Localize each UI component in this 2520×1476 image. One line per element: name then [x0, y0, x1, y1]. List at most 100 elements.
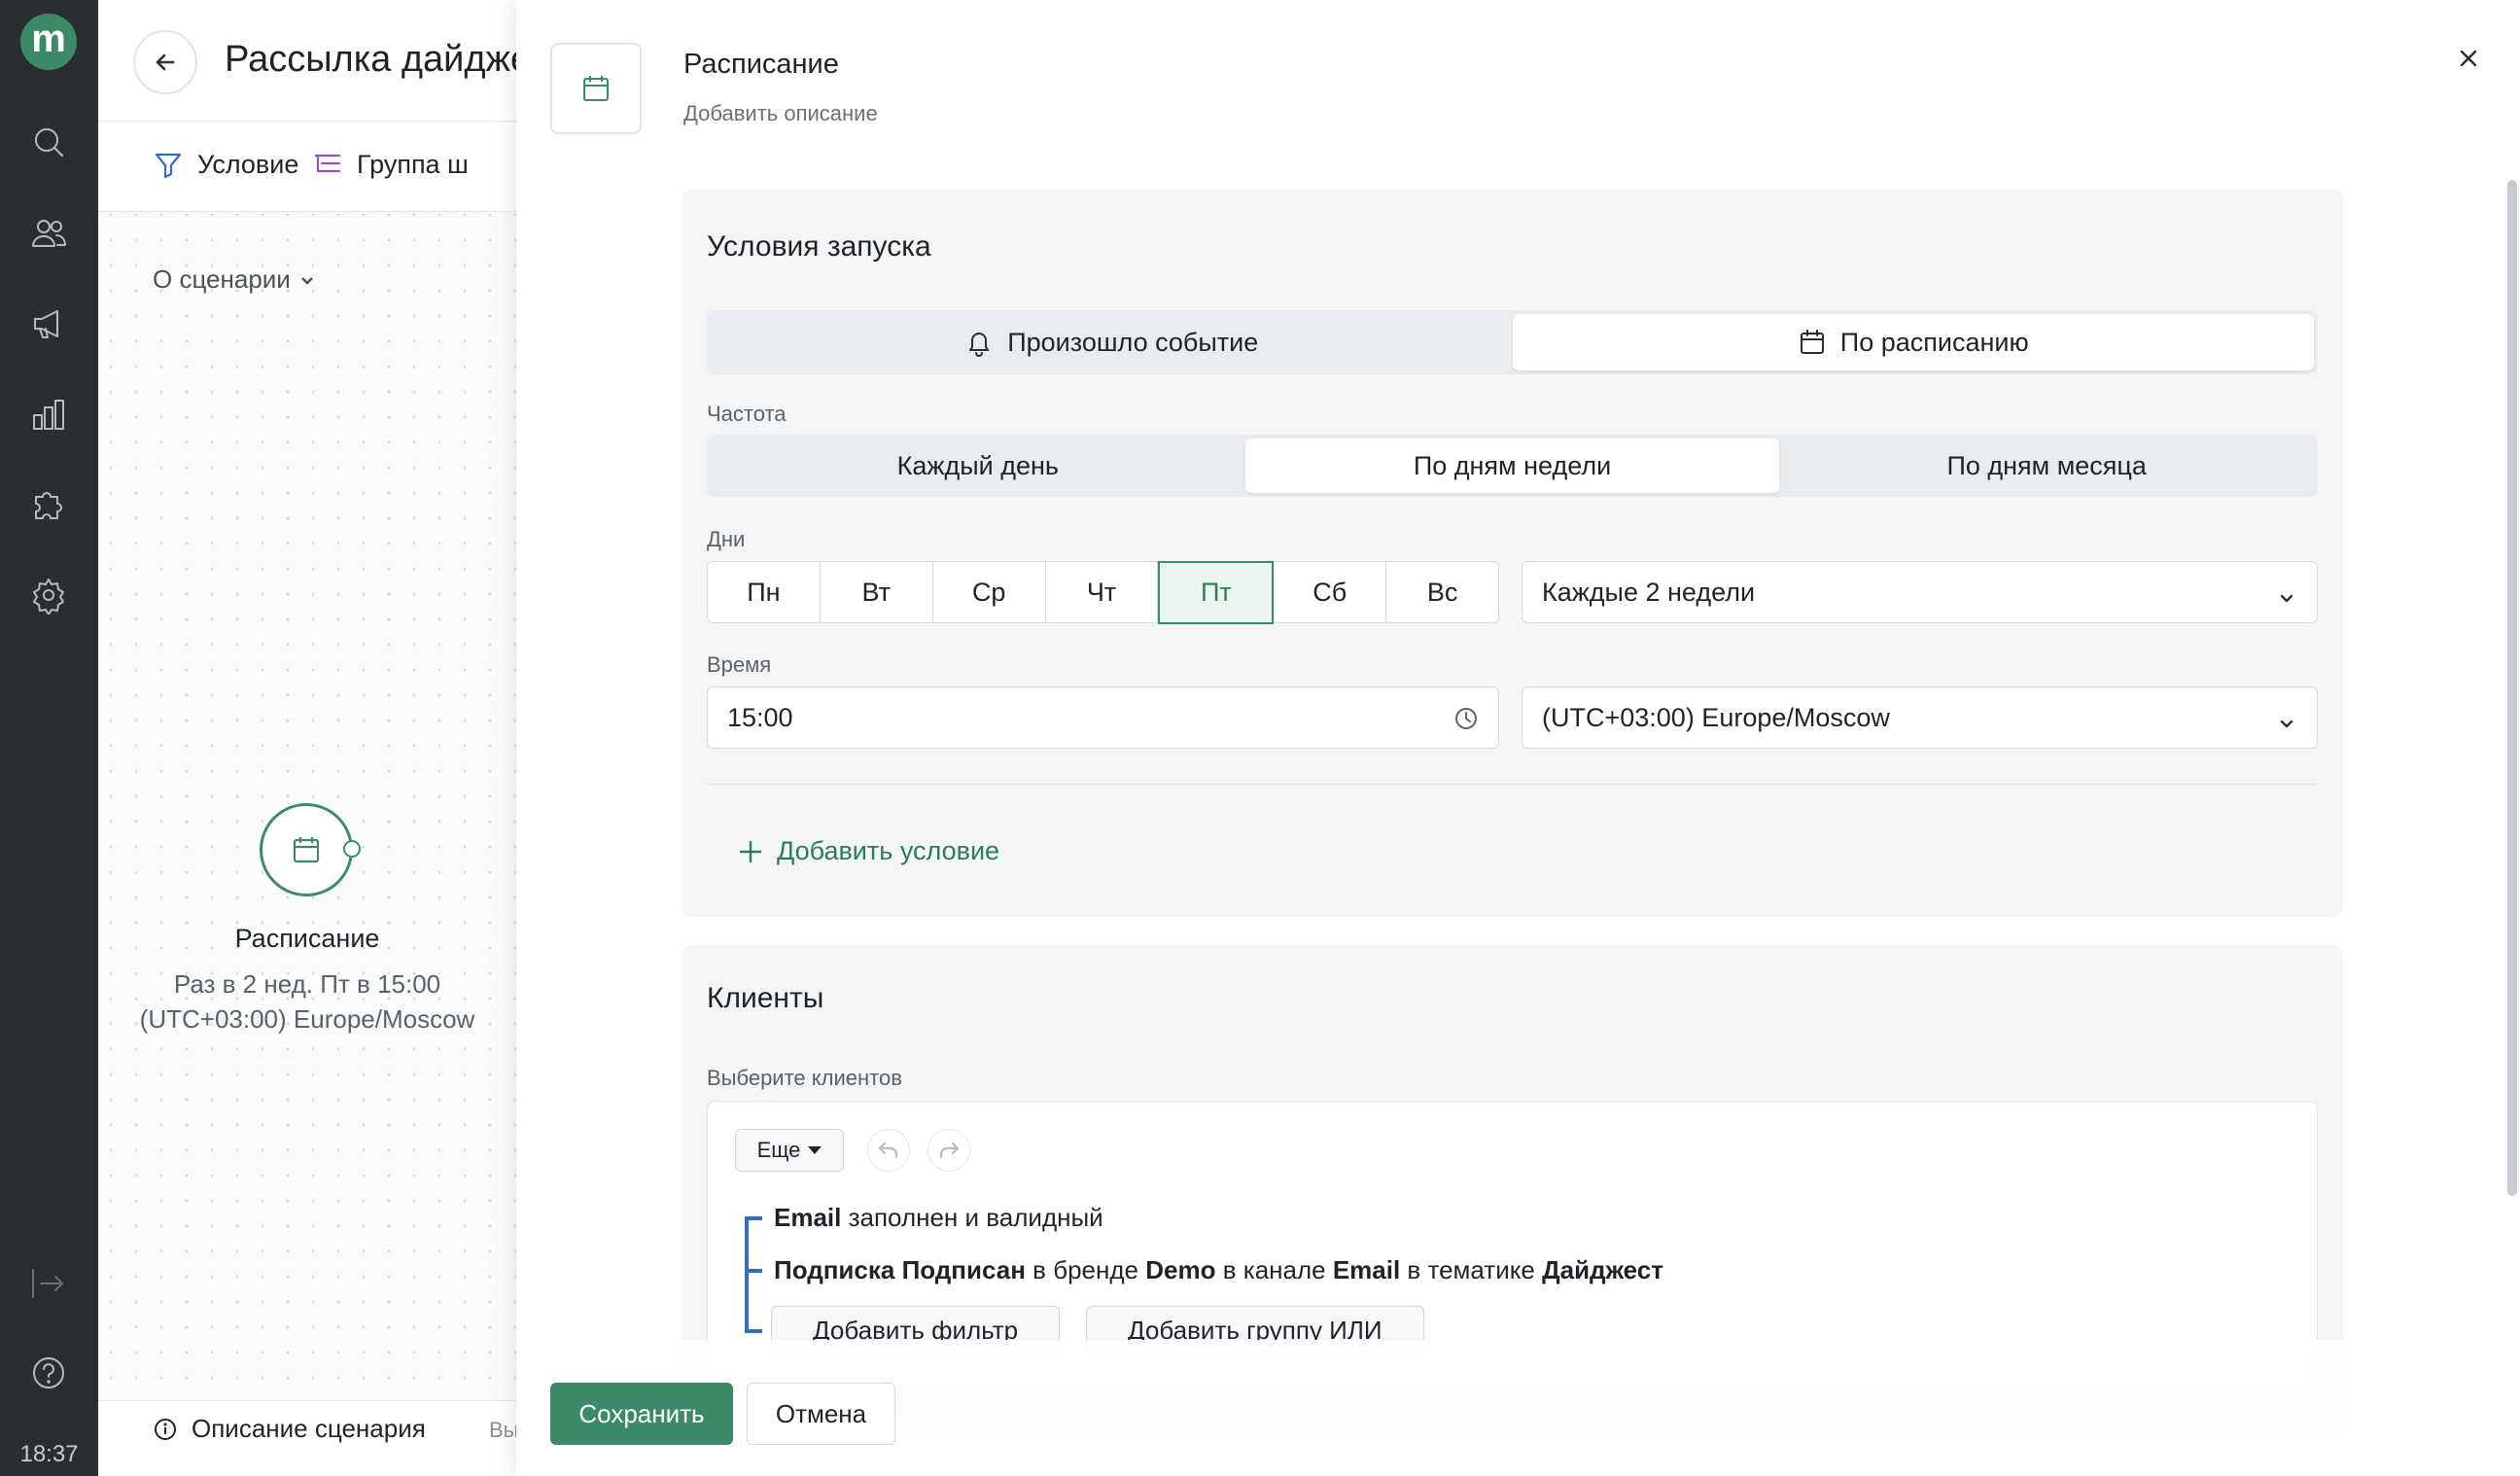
rule-text: в бренде [1025, 1255, 1146, 1284]
plus-icon [739, 840, 762, 862]
rule-channel: Email [1332, 1255, 1401, 1284]
drawer-scrollbar[interactable] [2507, 180, 2517, 1196]
scenario-description-link[interactable]: Описание сценария [153, 1414, 426, 1444]
users-icon[interactable] [27, 212, 70, 255]
info-icon [155, 1418, 176, 1440]
schedule-drawer: Расписание Добавить описание Условия зап… [516, 0, 2520, 1476]
tree-branch [745, 1216, 762, 1220]
back-button[interactable] [133, 30, 197, 94]
days-label: Дни [707, 527, 746, 551]
launch-conditions-heading: Условия запуска [707, 230, 931, 263]
timezone-select[interactable]: (UTC+03:00) Europe/Moscow [1522, 686, 2318, 749]
search-icon[interactable] [27, 121, 70, 163]
rule-text: в тематике [1400, 1255, 1543, 1284]
caret-down-icon [808, 1146, 822, 1154]
about-scenario-label: О сценарии [153, 264, 291, 294]
collapse-icon[interactable] [27, 1262, 70, 1305]
scenario-description-label: Описание сценария [192, 1414, 426, 1443]
day-sunday[interactable]: Вс [1386, 562, 1498, 622]
rule-field: Email [774, 1203, 842, 1232]
tab-schedule-trigger-label: По расписанию [1839, 327, 2029, 357]
cancel-button[interactable]: Отмена [747, 1383, 895, 1445]
about-scenario-dropdown[interactable]: О сценарии [153, 264, 316, 295]
day-friday[interactable]: Пт [1158, 560, 1275, 624]
schedule-node[interactable] [260, 803, 353, 896]
filter-subscription[interactable]: Подписка Подписан в бренде Demo в канале… [774, 1255, 1663, 1285]
megaphone-icon[interactable] [27, 302, 70, 345]
redo-button[interactable] [928, 1129, 970, 1172]
arrow-left-icon [156, 53, 175, 71]
calendar-icon [293, 837, 320, 863]
add-condition-button[interactable]: Добавить условие [738, 836, 999, 866]
timezone-value: (UTC+03:00) Europe/Moscow [1542, 702, 1890, 732]
tree-branch [745, 1269, 762, 1273]
node-output-port[interactable] [343, 840, 361, 858]
chevron-down-icon [2278, 583, 2295, 603]
tab-event-trigger-label: Произошло событие [1007, 327, 1259, 357]
close-icon [2460, 50, 2477, 67]
period-select[interactable]: Каждые 2 недели [1522, 561, 2318, 623]
schedule-node-label: Расписание [234, 924, 380, 953]
launch-conditions-card: Условия запуска Произошло событие По рас… [682, 190, 2343, 917]
bell-icon [969, 333, 990, 357]
more-dropdown[interactable]: Еще [735, 1129, 844, 1172]
period-value: Каждые 2 недели [1542, 577, 1756, 607]
tool-condition-label: Условие [197, 149, 299, 179]
time-input[interactable]: 15:00 [707, 686, 1499, 749]
clients-heading: Клиенты [707, 982, 824, 1014]
clock: 18:37 [19, 1441, 79, 1467]
tab-schedule-trigger[interactable]: По расписанию [1512, 314, 2314, 370]
trigger-type-switch: Произошло событие По расписанию [707, 310, 2318, 374]
tool-condition[interactable]: Условие [153, 149, 298, 180]
day-thursday[interactable]: Чт [1046, 562, 1159, 622]
schedule-node-summary: Раз в 2 нед. Пт в 15:00 [173, 969, 441, 999]
calendar-icon [1800, 330, 1824, 354]
analytics-icon[interactable] [27, 394, 70, 437]
day-tuesday[interactable]: Вт [821, 562, 933, 622]
drawer-title[interactable]: Расписание [683, 49, 839, 81]
group-icon [314, 154, 341, 173]
close-button[interactable] [2451, 41, 2486, 76]
more-label: Еще [756, 1138, 801, 1162]
time-label: Время [707, 652, 772, 677]
schedule-node-timezone: (UTC+03:00) Europe/Moscow [139, 1004, 475, 1034]
tab-month-days[interactable]: По дням месяца [1779, 439, 2314, 493]
undo-button[interactable] [867, 1129, 910, 1172]
redo-icon [939, 1142, 960, 1159]
frequency-label: Частота [707, 402, 787, 426]
tab-every-day[interactable]: Каждый день [711, 439, 1245, 493]
filter-icon [155, 153, 182, 179]
gear-icon[interactable] [27, 574, 70, 616]
tab-weekdays[interactable]: По дням недели [1244, 439, 1780, 493]
help-icon[interactable] [27, 1352, 70, 1394]
logo[interactable]: m [20, 14, 77, 70]
puzzle-icon[interactable] [27, 483, 70, 526]
drawer-add-description[interactable]: Добавить описание [683, 101, 878, 126]
rule-brand: Demo [1145, 1255, 1216, 1284]
rule-field: Подписка Подписан [774, 1255, 1026, 1284]
scenario-canvas: Рассылка дайдже Условие Группа ш О сцена… [98, 0, 516, 1476]
chevron-down-icon [2278, 709, 2295, 728]
drawer-node-icon [550, 43, 642, 134]
tool-group[interactable]: Группа ш [312, 149, 469, 180]
rule-text: заполнен и валидный [841, 1203, 1103, 1232]
day-saturday[interactable]: Сб [1274, 562, 1387, 622]
footer-extra-text: Вы [489, 1418, 516, 1442]
frequency-switch: Каждый день По дням недели По дням месяц… [707, 435, 2318, 497]
tab-event-trigger[interactable]: Произошло событие [711, 314, 1513, 370]
save-button[interactable]: Сохранить [550, 1383, 733, 1445]
undo-icon [878, 1142, 898, 1159]
rule-text: в канале [1215, 1255, 1333, 1284]
day-monday[interactable]: Пн [708, 562, 821, 622]
weekday-picker: Пн Вт Ср Чт Пт Сб Вс [707, 560, 1499, 624]
select-clients-label: Выберите клиентов [707, 1066, 902, 1090]
time-value: 15:00 [727, 702, 793, 732]
clock-icon [1453, 706, 1479, 731]
app-rail: m 18:37 [0, 0, 98, 1476]
and-group-bracket [745, 1216, 749, 1333]
calendar-icon [583, 76, 609, 101]
chevron-down-icon [300, 276, 313, 285]
filter-email-valid[interactable]: Email заполнен и валидный [774, 1203, 1103, 1233]
day-wednesday[interactable]: Ср [933, 562, 1046, 622]
scenario-title: Рассылка дайдже [225, 39, 516, 80]
